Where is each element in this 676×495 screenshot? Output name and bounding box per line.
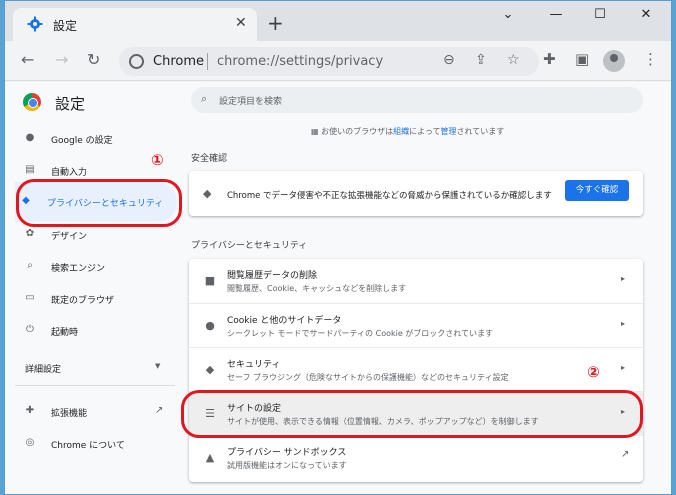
url-text[interactable]: chrome://settings/privacy	[217, 54, 383, 69]
safety-check-card: ◆ Chrome でデータ侵害や不正な拡張機能などの脅威から保護されているか確認…	[189, 171, 643, 216]
palette-icon: ✿	[25, 228, 35, 239]
tab-search-chevron-icon[interactable]: ⌄	[493, 7, 523, 22]
managed-text: されています	[456, 127, 505, 136]
sidebar-item-label: プライバシーとセキュリティ	[47, 199, 164, 209]
search-icon: ⌕	[27, 260, 33, 271]
search-placeholder: 設定項目を検索	[219, 97, 283, 107]
trash-icon: ■	[204, 274, 216, 287]
menu-kebab-icon[interactable]: ⋮	[643, 50, 658, 68]
sidebar-item-label: 自動入力	[51, 168, 88, 178]
clipboard-icon: ▤	[25, 164, 35, 175]
managed-notice: ▦ お使いのブラウザは組織によって管理されています	[311, 126, 504, 137]
chevron-right-icon: ▸	[621, 363, 626, 372]
cookie-icon: ●	[205, 319, 215, 332]
safety-check-heading: 安全確認	[191, 154, 228, 164]
row-title: サイトの設定	[227, 404, 282, 414]
forward-button[interactable]: →	[55, 50, 68, 69]
chevron-down-icon: ▼	[155, 362, 161, 370]
sidebar-item-privacy[interactable]: ◆ プライバシーとセキュリティ	[15, 182, 177, 222]
tune-icon: ☰	[205, 407, 215, 420]
sidebar-divider	[15, 385, 175, 386]
address-bar[interactable]: Chrome chrome://settings/privacy ⊖ ⇪ ☆	[119, 47, 539, 76]
row-subtitle: 閲覧履歴、Cookie、キャッシュなどを削除します	[227, 284, 407, 293]
clear-browsing-data-row[interactable]: ■ 閲覧履歴データの削除 閲覧履歴、Cookie、キャッシュなどを削除します ▸	[189, 259, 643, 303]
cookies-row[interactable]: ● Cookie と他のサイトデータ シークレット モードでサードパーティの C…	[189, 303, 643, 347]
row-title: 閲覧履歴データの削除	[227, 271, 318, 281]
sidebar-item-label: Google の設定	[51, 136, 113, 146]
sidebar-item-extensions[interactable]: ✚ 拡張機能 ↗	[19, 400, 169, 424]
sidebar-item-label: 起動時	[51, 328, 79, 338]
site-settings-row[interactable]: ☰ サイトの設定 サイトが使用、表示できる情報（位置情報、カメラ、ポップアップな…	[189, 391, 643, 435]
safety-check-text: Chrome でデータ侵害や不正な拡張機能などの脅威から保護されているか確認しま…	[227, 191, 552, 201]
privacy-sandbox-row[interactable]: ▲ プライバシー サンドボックス 試用版機能はオンになっています ↗	[189, 435, 643, 479]
side-panel-icon[interactable]: ▣	[575, 50, 589, 68]
row-subtitle: セーフ ブラウジング（危険なサイトからの保護機能）などのセキュリティ設定	[227, 373, 509, 382]
shield-check-icon: ◆	[203, 187, 212, 200]
chevron-right-icon: ▸	[621, 319, 626, 328]
shield-icon: ◆	[22, 195, 30, 206]
sidebar-item-label: 詳細設定	[25, 365, 62, 375]
sidebar-item-label: 既定のブラウザ	[51, 296, 115, 306]
browser-icon: ▭	[25, 292, 35, 303]
gear-icon	[27, 16, 43, 32]
new-tab-button[interactable]: +	[267, 11, 284, 35]
reload-button[interactable]: ↻	[87, 50, 100, 69]
person-icon: ●	[25, 132, 35, 143]
page-title: 設定	[55, 95, 86, 113]
search-icon: ⌕	[201, 92, 208, 105]
building-icon: ▦	[311, 127, 322, 136]
toolbar: ← → ↻ Chrome chrome://settings/privacy ⊖…	[5, 41, 671, 81]
site-label: Chrome	[153, 54, 204, 69]
flask-icon: ▲	[205, 451, 215, 464]
omnibox-separator	[207, 53, 208, 70]
puzzle-icon: ✚	[25, 405, 35, 416]
minimize-button[interactable]: —	[541, 7, 571, 22]
maximize-button[interactable]: ☐	[585, 7, 615, 22]
sidebar-item-label: 拡張機能	[51, 409, 88, 419]
chrome-site-icon	[129, 54, 144, 69]
privacy-section-heading: プライバシーとセキュリティ	[191, 241, 308, 251]
settings-search-input[interactable]: ⌕ 設定項目を検索	[191, 87, 643, 113]
sidebar-item-advanced[interactable]: 詳細設定 ▼	[19, 356, 169, 380]
check-now-button[interactable]: 今すぐ確認	[565, 180, 629, 201]
row-subtitle: サイトが使用、表示できる情報（位置情報、カメラ、ポップアップなど）を制御します	[227, 417, 539, 426]
security-row[interactable]: ◆ セキュリティ セーフ ブラウジング（危険なサイトからの保護機能）などのセキュ…	[189, 347, 643, 391]
power-icon: ⏻	[26, 324, 34, 335]
row-subtitle: シークレット モードでサードパーティの Cookie がブロックされています	[227, 329, 494, 338]
tab-title: 設定	[53, 19, 78, 33]
browser-window: 設定 ✕ + ⌄ — ☐ ✕ ← → ↻ Chrome chrome://set…	[4, 0, 672, 495]
profile-avatar[interactable]	[603, 50, 625, 72]
chevron-right-icon: ▸	[621, 407, 626, 416]
managed-org-link[interactable]: 組織	[393, 127, 409, 136]
tab-close-icon[interactable]: ✕	[235, 15, 247, 31]
row-title: Cookie と他のサイトデータ	[227, 316, 342, 326]
annotation-number-1: ①	[151, 151, 164, 169]
row-title: プライバシー サンドボックス	[227, 448, 347, 458]
row-title: セキュリティ	[227, 360, 281, 370]
share-icon[interactable]: ⇪	[475, 52, 487, 68]
settings-page: 設定 ⌕ 設定項目を検索 ● Google の設定 ▤ 自動入力 ◆ プライバシ…	[5, 82, 671, 494]
sidebar-item-label: Chrome について	[51, 441, 125, 451]
back-button[interactable]: ←	[21, 50, 34, 69]
sidebar-item-label: デザイン	[51, 232, 88, 242]
sidebar-item-label: 検索エンジン	[51, 264, 106, 274]
row-subtitle: 試用版機能はオンになっています	[227, 461, 347, 470]
managed-link[interactable]: 管理	[440, 127, 456, 136]
managed-text: によって	[409, 127, 441, 136]
shield-icon: ◆	[205, 363, 215, 376]
zoom-icon[interactable]: ⊖	[443, 52, 455, 68]
chrome-icon: ◎	[25, 437, 35, 448]
chrome-logo-icon	[23, 93, 41, 111]
bookmark-star-icon[interactable]: ☆	[507, 52, 520, 68]
tab-strip: 設定 ✕ + ⌄ — ☐ ✕	[5, 1, 671, 41]
annotation-number-2: ②	[587, 363, 600, 381]
open-external-icon: ↗	[155, 405, 164, 416]
extensions-puzzle-icon[interactable]: ✚	[543, 50, 556, 68]
privacy-card: ■ 閲覧履歴データの削除 閲覧履歴、Cookie、キャッシュなどを削除します ▸…	[189, 259, 643, 482]
close-window-button[interactable]: ✕	[631, 7, 661, 22]
open-external-icon: ↗	[621, 449, 630, 460]
chevron-right-icon: ▸	[621, 274, 626, 283]
tab-settings[interactable]: 設定 ✕	[13, 8, 257, 41]
managed-text: お使いのブラウザは	[321, 127, 394, 136]
